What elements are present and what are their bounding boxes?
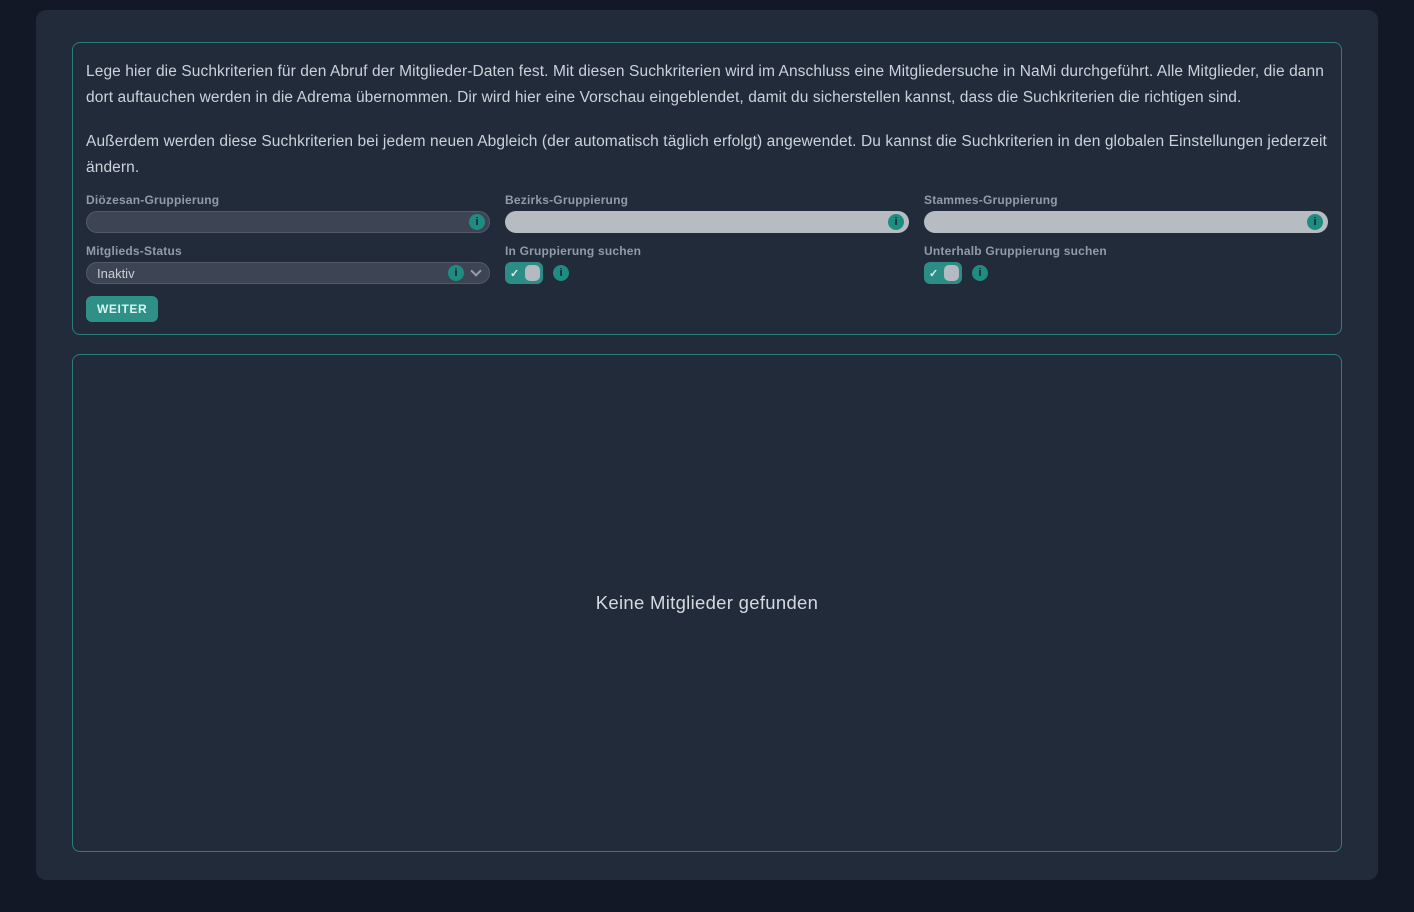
intro-paragraph-1: Lege hier die Suchkriterien für den Abru… (86, 59, 1328, 111)
unterhalb-gruppierung-suchen-row: ✓ i (924, 262, 1328, 284)
check-icon: ✓ (929, 267, 938, 280)
bezirks-gruppierung-input (505, 211, 909, 233)
field-mitglieds-status: Mitglieds-Status i (86, 244, 490, 284)
stammes-gruppierung-input-wrap: i (924, 211, 1328, 233)
diozesan-gruppierung-label: Diözesan-Gruppierung (86, 193, 490, 207)
info-icon[interactable]: i (469, 214, 485, 230)
stammes-gruppierung-label: Stammes-Gruppierung (924, 193, 1328, 207)
mitglieds-status-label: Mitglieds-Status (86, 244, 490, 258)
toggle-knob (525, 265, 540, 281)
criteria-form: Diözesan-Gruppierung i Bezirks-Gruppieru… (86, 193, 1328, 284)
in-gruppierung-suchen-label: In Gruppierung suchen (505, 244, 909, 258)
results-panel: Keine Mitglieder gefunden (72, 354, 1342, 852)
in-gruppierung-suchen-row: ✓ i (505, 262, 909, 284)
info-icon[interactable]: i (448, 265, 464, 281)
diozesan-gruppierung-input[interactable] (86, 211, 490, 233)
check-icon: ✓ (510, 267, 519, 280)
bezirks-gruppierung-label: Bezirks-Gruppierung (505, 193, 909, 207)
mitglieds-status-icons: i (448, 265, 464, 281)
toggle-knob (944, 265, 959, 281)
mitglieds-status-select[interactable] (86, 262, 490, 284)
field-bezirks-gruppierung: Bezirks-Gruppierung i (505, 193, 909, 233)
field-unterhalb-gruppierung-suchen: Unterhalb Gruppierung suchen ✓ i (924, 244, 1328, 284)
info-icon[interactable]: i (972, 265, 988, 281)
info-icon[interactable]: i (553, 265, 569, 281)
mitglieds-status-select-wrap: i (86, 262, 490, 284)
stammes-gruppierung-input (924, 211, 1328, 233)
main-card: Lege hier die Suchkriterien für den Abru… (36, 10, 1378, 880)
unterhalb-gruppierung-suchen-toggle[interactable]: ✓ (924, 262, 962, 284)
criteria-panel: Lege hier die Suchkriterien für den Abru… (72, 42, 1342, 335)
unterhalb-gruppierung-suchen-label: Unterhalb Gruppierung suchen (924, 244, 1328, 258)
diozesan-gruppierung-input-wrap: i (86, 211, 490, 233)
weiter-button[interactable]: WEITER (86, 296, 158, 322)
info-icon[interactable]: i (888, 214, 904, 230)
field-stammes-gruppierung: Stammes-Gruppierung i (924, 193, 1328, 233)
intro-paragraph-2: Außerdem werden diese Suchkriterien bei … (86, 129, 1328, 181)
in-gruppierung-suchen-toggle[interactable]: ✓ (505, 262, 543, 284)
field-in-gruppierung-suchen: In Gruppierung suchen ✓ i (505, 244, 909, 284)
empty-results-message: Keine Mitglieder gefunden (596, 592, 818, 614)
field-diozesan-gruppierung: Diözesan-Gruppierung i (86, 193, 490, 233)
bezirks-gruppierung-input-wrap: i (505, 211, 909, 233)
info-icon[interactable]: i (1307, 214, 1323, 230)
